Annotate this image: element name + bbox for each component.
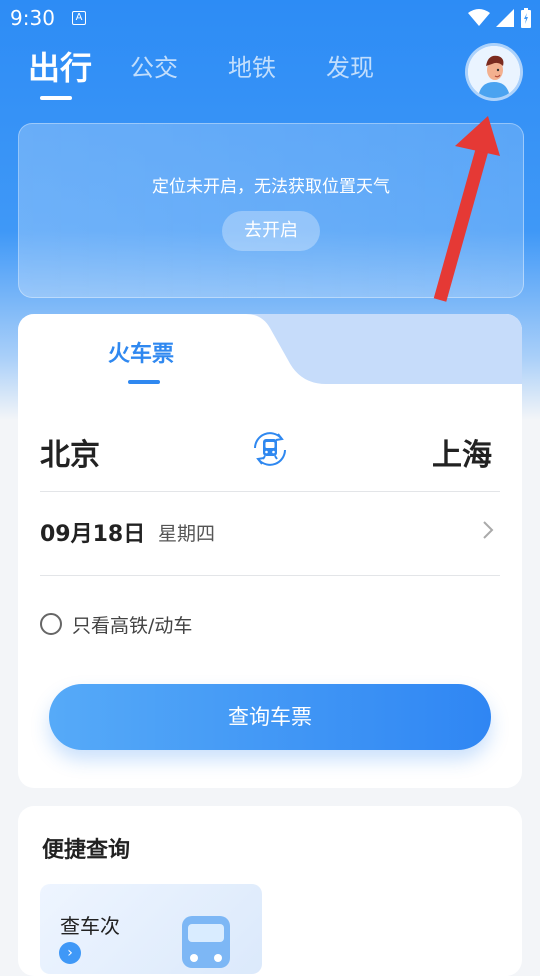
signal-icon — [496, 9, 514, 27]
swap-cities-icon[interactable] — [249, 428, 291, 470]
train-ticket-card: 火车票 北京 上海 09月18日 星期四 只看高铁/动车 查询车票 — [18, 314, 522, 788]
tab-discover[interactable]: 发现 — [326, 48, 374, 83]
departure-date: 09月18日 — [40, 522, 146, 547]
check-train-number-item[interactable]: 查车次 › — [40, 884, 262, 974]
system-icons — [468, 8, 532, 28]
arrival-city[interactable]: 上海 — [432, 430, 492, 474]
weather-card: 定位未开启，无法获取位置天气 去开启 — [18, 123, 524, 298]
quick-query-card: 便捷查询 查车次 › — [18, 806, 522, 976]
user-avatar[interactable] — [468, 46, 520, 98]
status-bar: 9:30 A — [0, 0, 540, 36]
ticket-tab-background — [18, 314, 522, 384]
arrow-right-icon: › — [59, 942, 81, 964]
accessibility-notification-icon: A — [72, 11, 86, 25]
high-speed-only-label: 只看高铁/动车 — [72, 615, 193, 637]
train-icon — [182, 916, 230, 968]
status-time: 9:30 — [10, 6, 55, 30]
location-disabled-message: 定位未开启，无法获取位置天气 — [152, 177, 390, 197]
query-tickets-button[interactable]: 查询车票 — [49, 684, 491, 750]
ticket-tab-indicator — [128, 380, 160, 384]
tab-train-ticket[interactable]: 火车票 — [108, 336, 174, 368]
active-tab-indicator — [40, 96, 72, 100]
quick-query-title: 便捷查询 — [42, 838, 131, 863]
departure-weekday: 星期四 — [158, 523, 216, 545]
date-selector[interactable]: 09月18日 星期四 — [40, 510, 500, 552]
top-tabs: 出行 公交 地铁 发现 — [0, 48, 540, 100]
departure-city[interactable]: 北京 — [40, 430, 100, 474]
divider — [40, 491, 500, 492]
enable-location-button[interactable]: 去开启 — [222, 211, 320, 251]
ticket-tab-header: 火车票 — [18, 314, 522, 384]
tab-metro[interactable]: 地铁 — [228, 48, 276, 83]
wifi-icon — [468, 9, 490, 26]
radio-unchecked-icon[interactable] — [40, 613, 62, 635]
battery-icon — [521, 8, 531, 28]
tab-travel[interactable]: 出行 — [28, 43, 92, 89]
avatar-icon — [468, 46, 520, 98]
tab-bus[interactable]: 公交 — [130, 48, 178, 83]
check-train-number-label: 查车次 — [60, 914, 120, 938]
chevron-right-icon — [483, 521, 494, 539]
divider — [40, 575, 500, 576]
